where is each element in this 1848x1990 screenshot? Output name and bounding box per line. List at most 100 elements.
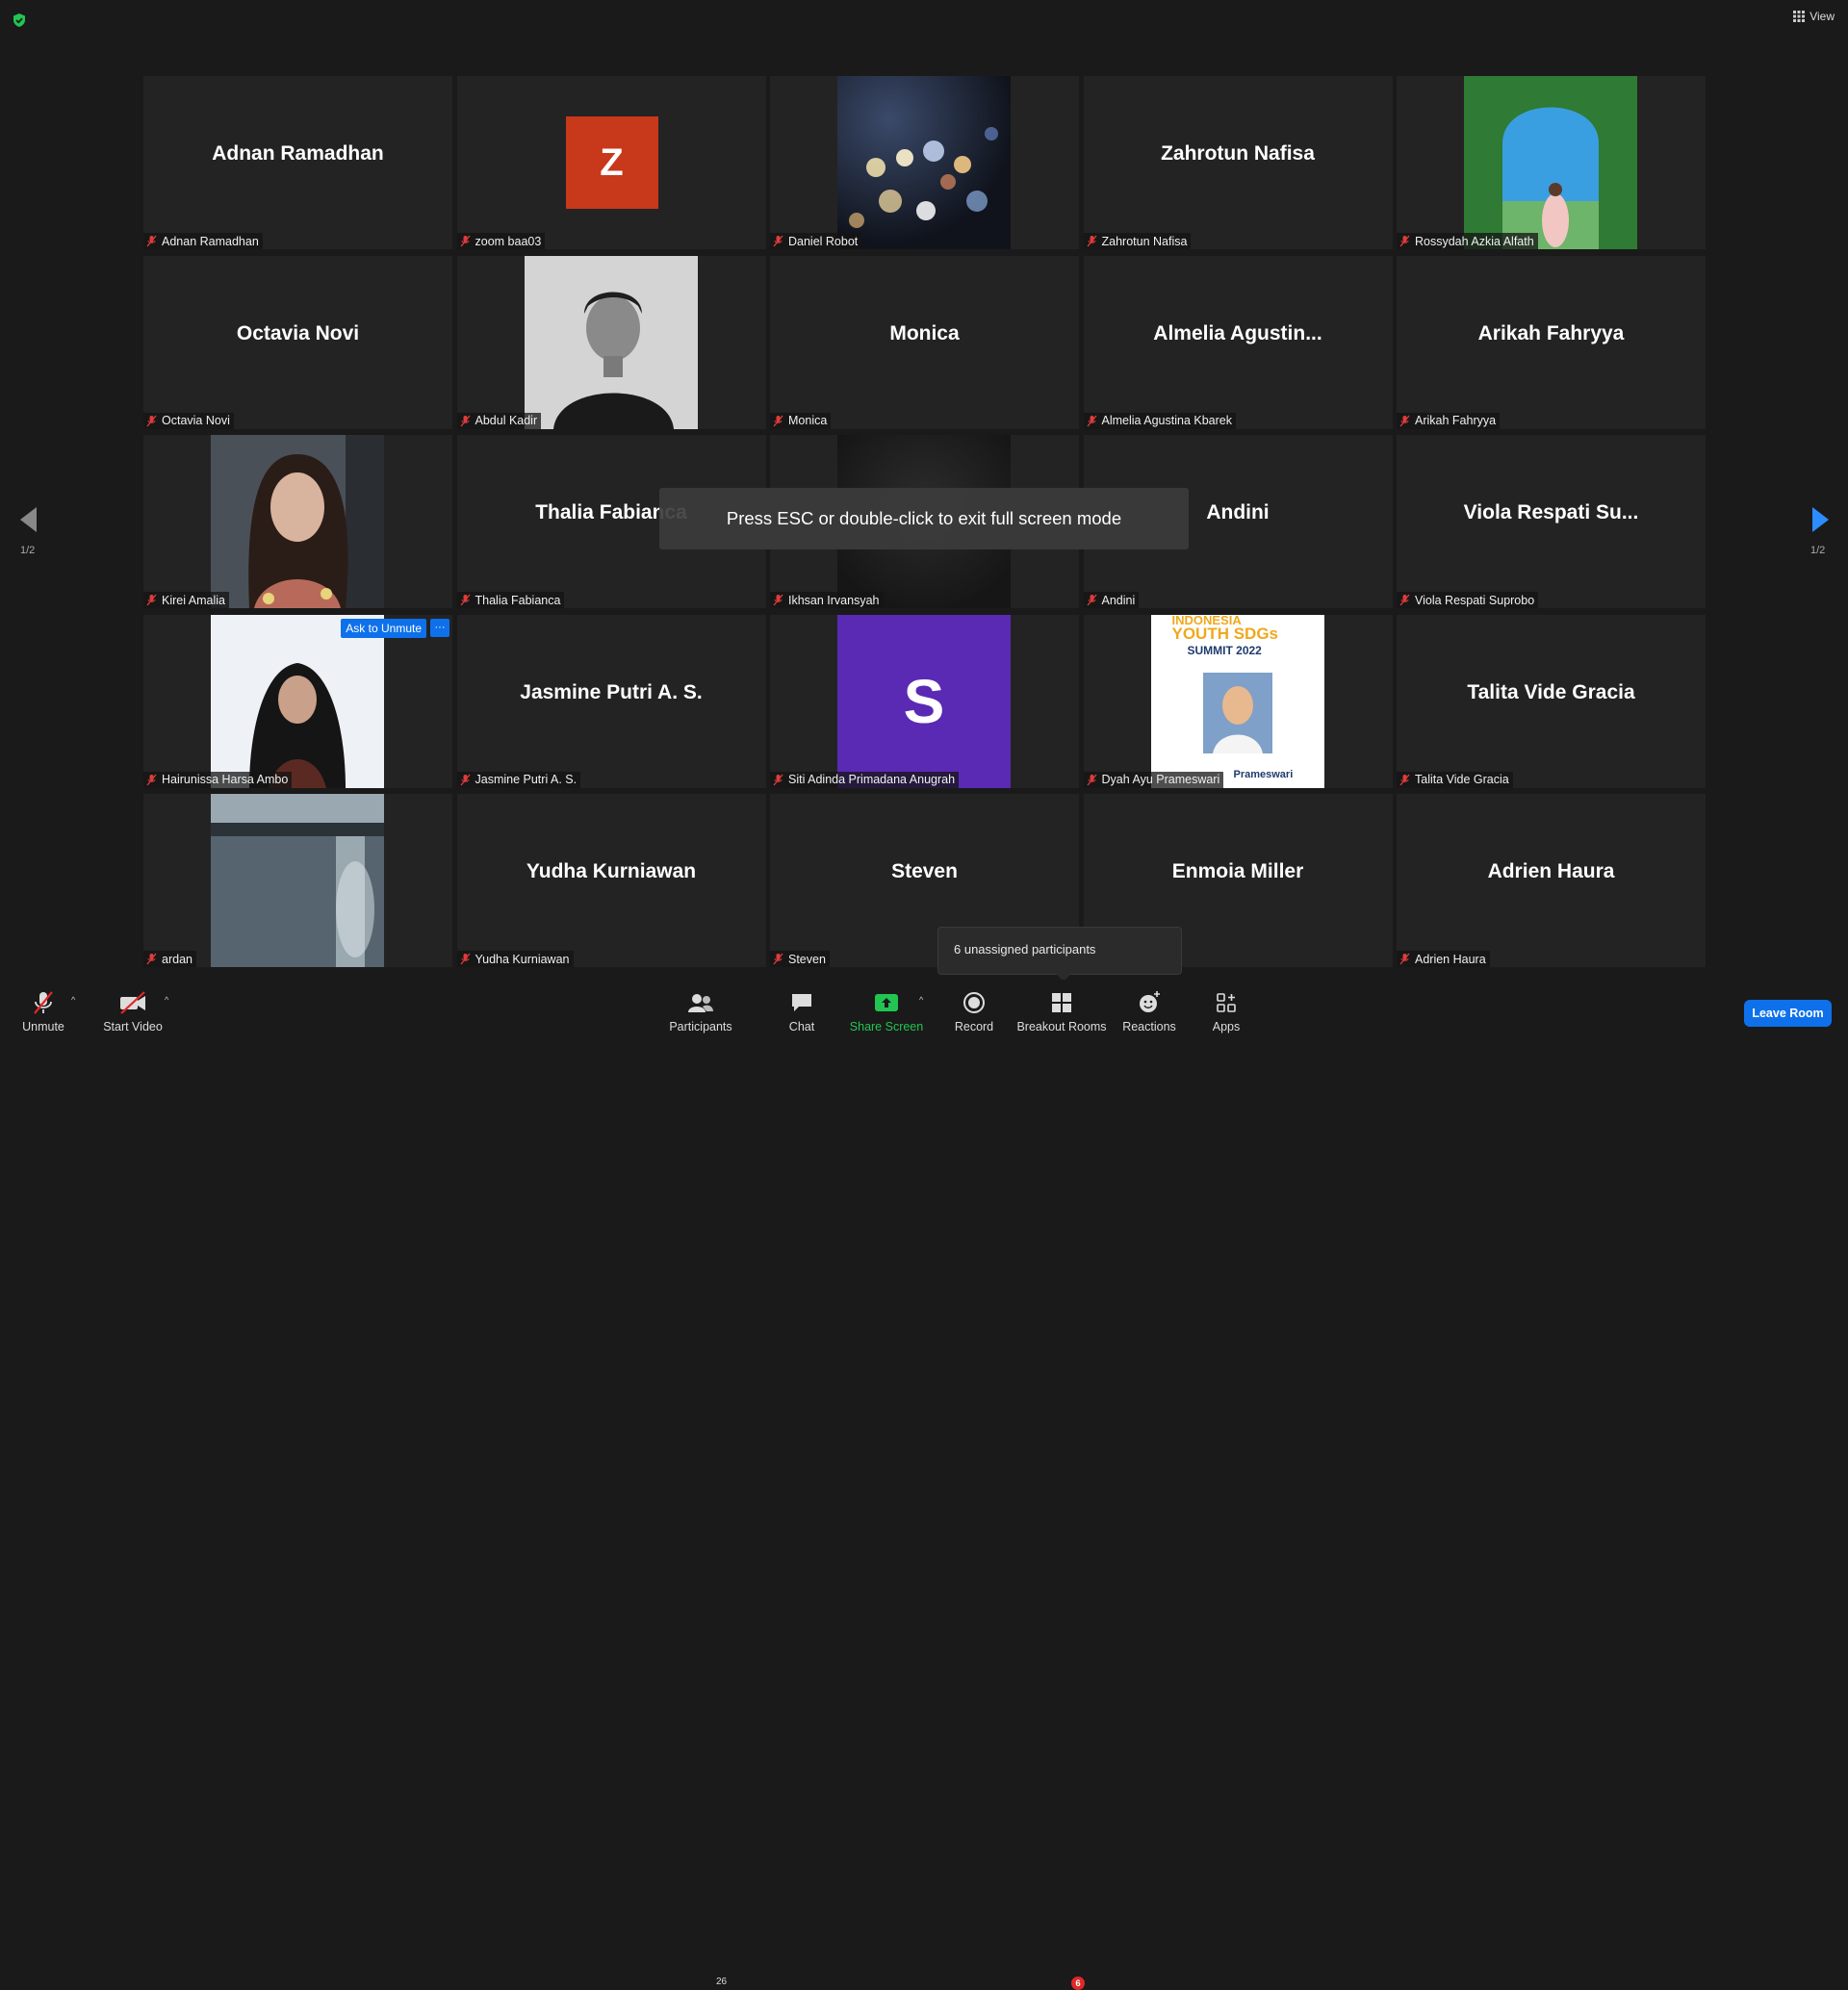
participant-tile[interactable]: Zahrotun Nafisa Zahrotun Nafisa — [1083, 76, 1393, 249]
mic-muted-icon — [773, 594, 783, 606]
chat-button[interactable]: Chat — [780, 980, 824, 1039]
more-options-button[interactable]: ··· — [430, 618, 449, 637]
unassigned-participants-tooltip[interactable]: 6 unassigned participants — [937, 927, 1182, 982]
mic-muted-icon — [773, 953, 783, 965]
mic-muted-icon — [1399, 415, 1410, 426]
participant-display-name: Octavia Novi — [236, 321, 360, 344]
video-feed-garden-arch — [1464, 76, 1637, 249]
participant-display-name: Almelia Agustin... — [1153, 321, 1322, 344]
meeting-toolbar: Unmute ^ Start Video ^ Participants 26 C… — [0, 980, 1848, 1990]
participant-tile[interactable]: Viola Respati Su... Viola Respati Suprob… — [1397, 435, 1706, 608]
view-label: View — [1810, 10, 1835, 23]
previous-page-arrow-icon[interactable] — [17, 505, 38, 534]
participant-tile[interactable]: Adnan Ramadhan Adnan Ramadhan — [143, 76, 452, 249]
participant-name-bar: Thalia Fabianca — [456, 592, 565, 608]
participant-tile[interactable]: Monica Monica — [770, 255, 1079, 429]
participant-name: Abdul Kadir — [475, 414, 538, 427]
mic-muted-icon — [1399, 953, 1410, 965]
participant-tile[interactable]: ardan — [143, 794, 452, 967]
participant-name: Daniel Robot — [788, 234, 859, 248]
start-video-label: Start Video — [103, 1020, 163, 1033]
participant-name-bar: Talita Vide Gracia — [1397, 771, 1513, 788]
mic-muted-icon — [1086, 594, 1097, 606]
participant-display-name: Monica — [889, 321, 960, 344]
participant-name-bar: Adrien Haura — [1397, 951, 1490, 967]
poster-line2: YOUTH SDGs — [1171, 624, 1279, 643]
grid-view-icon — [1793, 11, 1806, 22]
participant-name: Arikah Fahryya — [1415, 414, 1497, 427]
mic-muted-icon — [1399, 774, 1410, 785]
participant-display-name: Yudha Kurniawan — [526, 860, 697, 882]
microphone-muted-icon — [34, 991, 53, 1014]
participant-tile[interactable]: S Siti Adinda Primadana Anugrah — [770, 614, 1079, 788]
reactions-button[interactable]: Reactions — [1122, 980, 1176, 1039]
participant-name-bar: zoom baa03 — [456, 233, 546, 249]
participants-icon — [688, 994, 713, 1012]
participant-name-bar: Adnan Ramadhan — [143, 233, 263, 249]
video-options-caret-icon[interactable]: ^ — [165, 995, 168, 1005]
security-shield-icon[interactable] — [12, 13, 27, 28]
participants-button[interactable]: Participants — [669, 980, 732, 1039]
participant-name: Steven — [788, 952, 826, 966]
share-screen-button[interactable]: Share Screen — [849, 980, 924, 1039]
reactions-label: Reactions — [1122, 1020, 1176, 1033]
participant-name-bar: Ikhsan Irvansyah — [770, 592, 884, 608]
participant-name-bar: Abdul Kadir — [456, 412, 542, 429]
participant-name: Octavia Novi — [162, 414, 230, 427]
participant-name-bar: Rossydah Azkia Alfath — [1397, 233, 1538, 249]
participant-name-bar: Viola Respati Suprobo — [1397, 592, 1539, 608]
participant-tile[interactable]: Rossydah Azkia Alfath — [1397, 76, 1706, 249]
mic-muted-icon — [459, 594, 471, 606]
record-button[interactable]: Record — [953, 980, 995, 1039]
start-video-button[interactable]: Start Video — [100, 980, 166, 1039]
audio-options-caret-icon[interactable]: ^ — [71, 995, 75, 1005]
mic-muted-icon — [773, 415, 783, 426]
participant-tile[interactable]: Talita Vide Gracia Talita Vide Gracia — [1397, 614, 1706, 788]
mic-muted-icon — [146, 774, 157, 785]
participant-name-bar: Octavia Novi — [143, 412, 234, 429]
participant-tile[interactable]: Yudha Kurniawan Yudha Kurniawan — [456, 794, 766, 967]
video-feed-person-grayscale — [524, 255, 698, 429]
apps-button[interactable]: Apps — [1207, 980, 1245, 1039]
view-button[interactable]: View — [1793, 10, 1835, 23]
share-screen-label: Share Screen — [849, 1020, 924, 1033]
mic-muted-icon — [459, 235, 471, 247]
record-icon — [963, 992, 985, 1013]
participant-name: Yudha Kurniawan — [475, 952, 570, 966]
breakout-notification-badge: 6 — [1071, 1977, 1085, 1990]
video-camera-off-icon — [120, 991, 145, 1014]
participant-tile[interactable]: Arikah Fahryya Arikah Fahryya — [1397, 255, 1706, 429]
leave-room-button[interactable]: Leave Room — [1744, 1000, 1832, 1027]
ask-to-unmute-button[interactable]: Ask to Unmute — [341, 618, 426, 638]
participant-tile[interactable]: Octavia Novi Octavia Novi — [143, 255, 452, 429]
participant-tile[interactable]: Kirei Amalia — [143, 435, 452, 608]
participant-display-name: Viola Respati Su... — [1463, 501, 1639, 523]
participant-tile[interactable]: Abdul Kadir — [456, 255, 766, 429]
participant-display-name: Adrien Haura — [1487, 860, 1615, 882]
video-feed-summit-poster: INDONESIA YOUTH SDGs SUMMIT 2022 Pramesw… — [1150, 614, 1324, 788]
next-page-arrow-icon[interactable] — [1810, 505, 1832, 534]
mic-muted-icon — [1086, 235, 1097, 247]
unmute-button[interactable]: Unmute — [19, 980, 67, 1039]
page-indicator-right: 1/2 — [1810, 545, 1826, 556]
video-feed-sea-landscape — [211, 794, 384, 967]
participant-display-name: Talita Vide Gracia — [1467, 680, 1635, 703]
video-feed-bokeh-lights — [837, 76, 1011, 249]
share-options-caret-icon[interactable]: ^ — [919, 995, 923, 1005]
record-label: Record — [954, 1020, 994, 1033]
breakout-rooms-button[interactable]: Breakout Rooms — [1016, 980, 1107, 1039]
participant-tile[interactable]: Z zoom baa03 — [456, 76, 766, 249]
participant-tile[interactable]: Adrien Haura Adrien Haura — [1397, 794, 1706, 967]
unmute-label: Unmute — [22, 1020, 64, 1033]
participant-name: Monica — [788, 414, 828, 427]
mic-muted-icon — [1399, 594, 1410, 606]
participant-tile[interactable]: INDONESIA YOUTH SDGs SUMMIT 2022 Pramesw… — [1083, 614, 1393, 788]
participant-name-bar: ardan — [143, 951, 196, 967]
participant-tile[interactable]: Almelia Agustin... Almelia Agustina Kbar… — [1083, 255, 1393, 429]
mic-muted-icon — [146, 415, 157, 426]
participant-tile[interactable]: Jasmine Putri A. S. Jasmine Putri A. S. — [456, 614, 766, 788]
participant-name: Adnan Ramadhan — [162, 234, 259, 248]
participant-tile[interactable]: Daniel Robot — [770, 76, 1079, 249]
participant-name: Thalia Fabianca — [475, 593, 561, 607]
participant-tile[interactable]: Ask to Unmute ··· Hairunissa Harsa Ambo — [143, 614, 452, 788]
